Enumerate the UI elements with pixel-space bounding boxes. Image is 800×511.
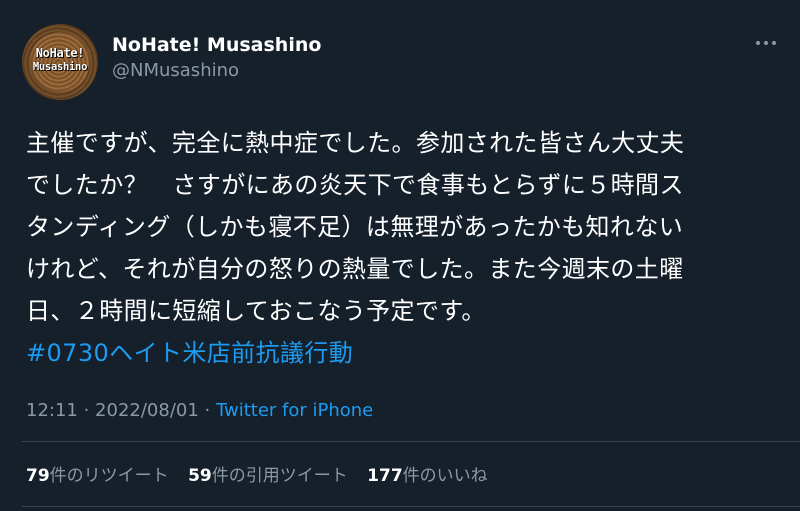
meta-separator: · bbox=[77, 400, 96, 421]
hashtag-link[interactable]: #0730ヘイト米店前抗議行動 bbox=[26, 338, 353, 368]
tweet-text-line: 日、２時間に短縮しておこなう予定です。 bbox=[26, 297, 486, 325]
likes-label: 件のいいね bbox=[402, 466, 488, 486]
tweet-text-line: タンディング（しかも寝不足）は無理があったかも知れない bbox=[26, 213, 684, 241]
ellipsis-icon bbox=[756, 41, 760, 45]
quotes-label: 件の引用ツイート bbox=[211, 466, 348, 486]
retweets-stat[interactable]: 79件のリツイート bbox=[26, 461, 169, 486]
quotes-count: 59 bbox=[188, 466, 212, 486]
ellipsis-icon bbox=[772, 41, 776, 45]
likes-stat[interactable]: 177件のいいね bbox=[367, 461, 488, 486]
avatar[interactable]: NoHate! Musashino bbox=[22, 24, 98, 100]
retweets-label: 件のリツイート bbox=[49, 466, 169, 486]
divider bbox=[22, 506, 800, 507]
display-name[interactable]: NoHate! Musashino bbox=[112, 34, 321, 56]
tweet-stats: 79件のリツイート 59件の引用ツイート 177件のいいね bbox=[26, 461, 502, 486]
quotes-stat[interactable]: 59件の引用ツイート bbox=[188, 461, 348, 486]
divider bbox=[22, 441, 800, 442]
user-handle[interactable]: @NMusashino bbox=[112, 60, 239, 81]
tweet-text-line: でしたか？ さすがにあの炎天下で食事もとらずに５時間ス bbox=[26, 171, 684, 199]
avatar-text-line1: NoHate! bbox=[35, 46, 85, 60]
ellipsis-icon bbox=[764, 41, 768, 45]
tweet-date[interactable]: 2022/08/01 bbox=[95, 400, 199, 421]
more-options-button[interactable] bbox=[746, 30, 786, 54]
meta-separator: · bbox=[198, 400, 216, 421]
tweet-text-line: 主催ですが、完全に熱中症でした。参加された皆さん大丈夫 bbox=[26, 129, 685, 157]
tweet-text-line: けれど、それが自分の怒りの熱量でした。また今週末の土曜 bbox=[26, 255, 684, 283]
retweets-count: 79 bbox=[26, 466, 50, 486]
likes-count: 177 bbox=[367, 466, 403, 486]
avatar-text-line2: Musashino bbox=[32, 61, 88, 73]
tweet-time[interactable]: 12:11 bbox=[26, 400, 78, 421]
tweet-source-link[interactable]: Twitter for iPhone bbox=[216, 400, 373, 421]
tweet-metadata: 12:11 · 2022/08/01 · Twitter for iPhone bbox=[26, 400, 373, 421]
